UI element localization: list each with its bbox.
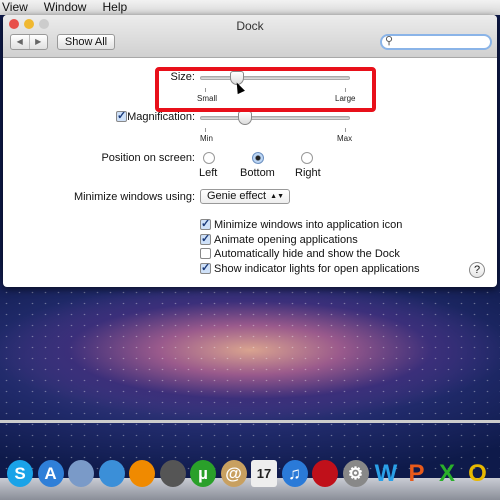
minimize-effect-value: Genie effect [207, 190, 267, 202]
indicator-lights-checkbox[interactable]: ✓ [200, 263, 211, 274]
position-bottom-radio[interactable] [252, 152, 264, 164]
facetime-icon[interactable] [159, 460, 186, 487]
nav-buttons: ◀ ▶ [10, 34, 48, 50]
utorrent-icon[interactable]: µ [190, 460, 216, 487]
search-input[interactable]: ⚲ [380, 34, 492, 50]
checkbox-label: Minimize windows into application icon [214, 219, 403, 231]
skype-icon[interactable]: S [7, 460, 33, 487]
itunes-icon[interactable]: ♫ [281, 460, 308, 487]
divider [0, 420, 500, 423]
animate-opening-checkbox[interactable]: ✓ [200, 234, 211, 245]
back-button[interactable]: ◀ [11, 35, 30, 49]
address-book-icon[interactable]: @ [220, 460, 247, 487]
outlook-icon[interactable]: O [465, 460, 491, 487]
magnification-slider-thumb[interactable] [238, 111, 253, 125]
word-icon[interactable]: W [373, 460, 399, 487]
forward-button[interactable]: ▶ [30, 35, 48, 49]
app-store-icon[interactable]: A [37, 460, 64, 487]
checkbox-label: Animate opening applications [214, 234, 358, 246]
annotation-highlight-box [155, 67, 376, 112]
safari-icon[interactable] [98, 460, 125, 487]
position-label: Position on screen: [101, 152, 195, 164]
position-left-label: Left [199, 167, 218, 179]
title-bar: Dock ◀ ▶ Show All ⚲ [3, 15, 497, 58]
window-title: Dock [236, 19, 264, 33]
position-right-label: Right [295, 167, 321, 179]
checkbox-label: Show indicator lights for open applicati… [214, 263, 420, 275]
minimize-label: Minimize windows using: [73, 191, 195, 203]
menu-help[interactable]: Help [102, 0, 127, 15]
vlc-icon[interactable] [129, 460, 155, 487]
dock-preferences-window: Dock ◀ ▶ Show All ⚲ Size: Small Large ✓ … [3, 15, 497, 287]
checkbox-label: Automatically hide and show the Dock [214, 248, 400, 260]
position-right-radio[interactable] [301, 152, 313, 164]
position-left-radio[interactable] [203, 152, 215, 164]
tick [345, 128, 346, 132]
show-all-button[interactable]: Show All [57, 34, 115, 50]
preview-icon[interactable] [68, 460, 94, 487]
dock: S Aµ @17 ♫ ⚙ W P X O [0, 460, 500, 490]
position-bottom-label: Bottom [240, 167, 275, 179]
powerpoint-icon[interactable]: P [404, 460, 430, 487]
system-preferences-icon[interactable]: ⚙ [342, 460, 369, 487]
calendar-icon[interactable]: 17 [251, 460, 277, 487]
menu-view[interactable]: View [2, 0, 28, 15]
menu-bar: View Window Help [0, 0, 500, 15]
search-icon: ⚲ [385, 35, 394, 47]
menu-window[interactable]: Window [44, 0, 87, 15]
magnification-label: Magnification: [127, 111, 195, 123]
minimize-into-icon-checkbox[interactable]: ✓ [200, 219, 211, 230]
magnification-slider[interactable] [200, 116, 350, 120]
magnification-max-label: Max [337, 134, 353, 143]
magnification-min-label: Min [200, 134, 213, 143]
tick [205, 128, 206, 132]
excel-icon[interactable]: X [434, 460, 460, 487]
autohide-dock-checkbox[interactable] [200, 248, 211, 259]
photo-booth-icon[interactable] [312, 460, 338, 487]
minimize-effect-popup[interactable]: Genie effect ▲▼ [200, 189, 290, 204]
help-button[interactable]: ? [469, 262, 485, 278]
popup-arrows-icon: ▲▼ [270, 193, 284, 200]
